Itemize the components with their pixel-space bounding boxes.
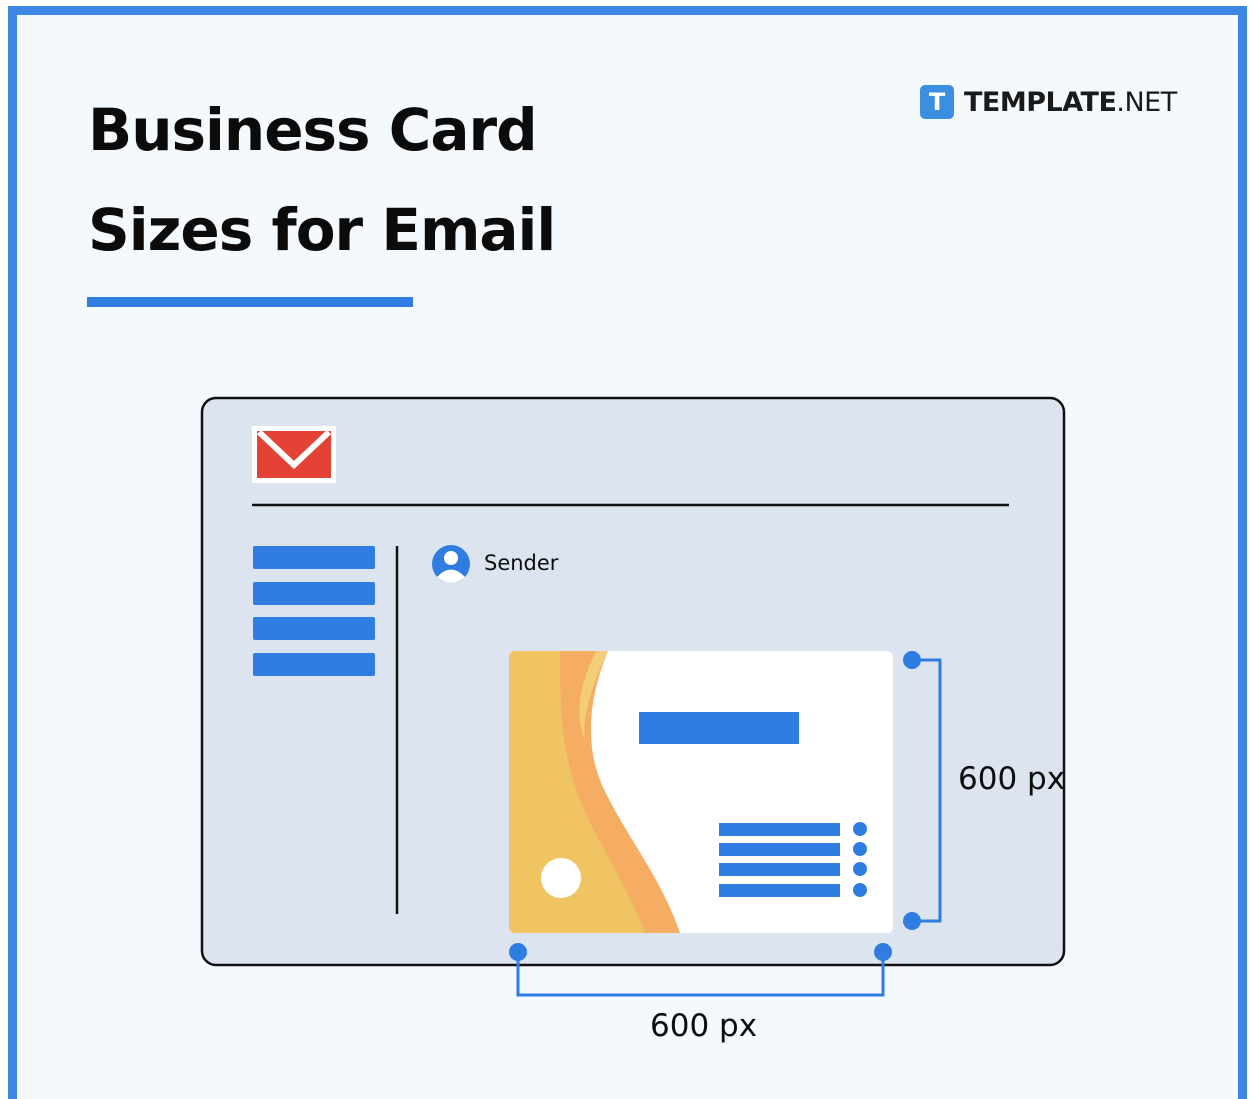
card-name-bar	[639, 712, 799, 744]
sidebar-item[interactable]	[253, 617, 375, 640]
card-logo-circle	[541, 858, 581, 898]
sidebar-item[interactable]	[253, 653, 375, 676]
sender-label: Sender	[484, 551, 559, 575]
sidebar-item[interactable]	[253, 582, 375, 605]
business-card	[509, 651, 893, 933]
sidebar-item[interactable]	[253, 546, 375, 569]
avatar-icon	[432, 545, 470, 583]
email-diagram	[200, 396, 1066, 997]
mail-icon	[252, 426, 336, 483]
width-dimension-label: 600 px	[650, 1008, 758, 1044]
height-dimension-label: 600 px	[958, 761, 1066, 797]
